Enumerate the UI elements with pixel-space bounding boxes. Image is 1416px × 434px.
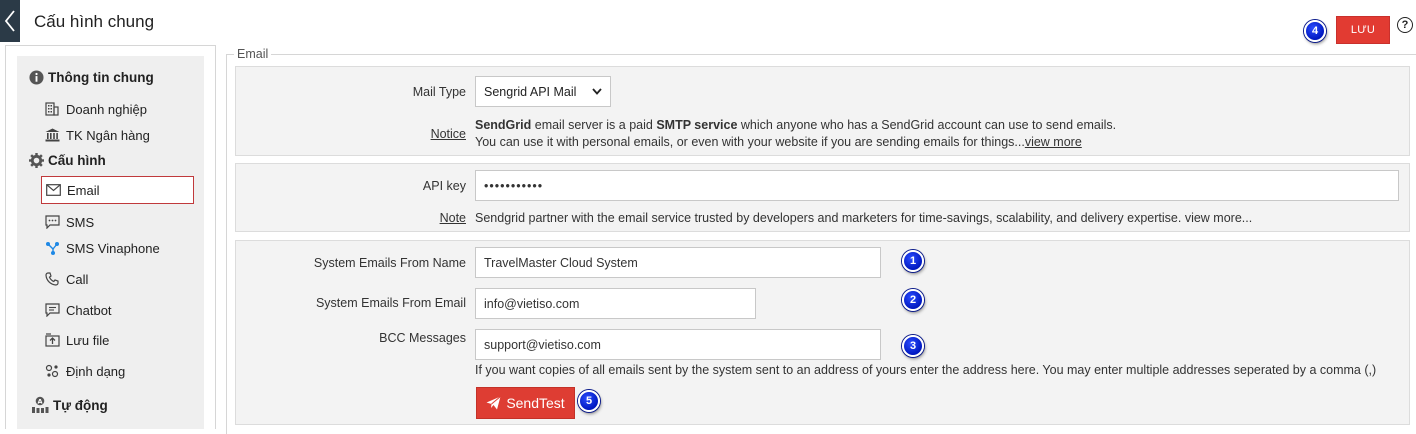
gear-icon [29, 153, 44, 168]
sidebar-group-automation[interactable]: A Tự động [31, 396, 108, 414]
sidebar-item-label: SMS Vinaphone [66, 240, 160, 256]
notice-text-1: email server is a paid [531, 118, 657, 132]
info-icon [29, 70, 44, 85]
notice-line-2: You can use it with personal emails, or … [475, 135, 1025, 149]
building-icon [45, 102, 59, 116]
step-badge-4: 4 [1304, 20, 1326, 42]
api-key-input[interactable]: ••••••••••• [475, 170, 1399, 201]
sidebar-item-sms-vinaphone[interactable]: SMS Vinaphone [44, 240, 160, 256]
sidebar-item-label: Email [67, 182, 100, 198]
sidebar-item-label: Doanh nghiệp [66, 101, 147, 117]
format-icon [45, 364, 58, 378]
chevron-left-icon [4, 10, 15, 32]
from-email-label: System Emails From Email [315, 296, 466, 310]
automation-icon: A [32, 396, 49, 413]
bank-icon [45, 128, 59, 142]
mail-type-notice: SendGrid email server is a paid SMTP ser… [475, 117, 1375, 151]
api-key-label: API key [422, 179, 466, 193]
sidebar-item-sms[interactable]: SMS [44, 214, 94, 230]
bcc-hint: If you want copies of all emails sent by… [475, 363, 1377, 377]
bcc-input[interactable]: support@vietiso.com [475, 329, 881, 360]
sidebar-item-label: Call [66, 271, 89, 287]
send-test-label: SendTest [506, 395, 565, 411]
sidebar-group-label: Cấu hình [48, 153, 106, 168]
notice-text-2: which anyone who has a SendGrid account … [737, 118, 1117, 132]
notice-label-cell: Notice [236, 127, 466, 141]
bcc-label: BCC Messages [379, 331, 466, 345]
sidebar-item-label: Lưu file [66, 332, 110, 348]
sidebar-item-chatbot[interactable]: Chatbot [44, 302, 112, 318]
chat-icon [44, 215, 60, 229]
page-title: Cấu hình chung [34, 12, 155, 31]
note-label-cell: Note [236, 211, 466, 225]
sidebar-item-label: SMS [66, 214, 95, 230]
step-badge-2: 2 [902, 289, 924, 311]
step-badge-3: 3 [902, 335, 924, 357]
save-button[interactable]: LƯU [1336, 16, 1390, 44]
phone-icon [45, 272, 59, 286]
api-key-note: Sendgrid partner with the email service … [475, 211, 1253, 225]
sidebar-item-label: TK Ngân hàng [66, 127, 150, 143]
upload-icon [44, 333, 60, 347]
step-badge-1: 1 [902, 250, 924, 272]
mail-type-label: Mail Type [412, 85, 466, 99]
svg-text:A: A [37, 397, 42, 405]
sidebar-item-format[interactable]: Định dạng [44, 363, 125, 379]
sidebar-item-label: Chatbot [66, 302, 112, 318]
sidebar-item-file-storage[interactable]: Lưu file [44, 332, 109, 348]
note-link[interactable]: Note [440, 211, 466, 225]
from-email-input[interactable]: info@vietiso.com [475, 288, 756, 319]
sidebar-item-label: Định dạng [66, 363, 126, 379]
mail-type-value: Sengrid API Mail [484, 84, 577, 99]
envelope-icon [45, 184, 61, 196]
chevron-down-icon [592, 88, 602, 95]
notice-bold-smtp: SMTP service [656, 118, 738, 132]
sidebar-group-label: Thông tin chung [48, 70, 154, 85]
step-badge-5: 5 [578, 390, 600, 412]
help-icon[interactable]: ? [1397, 17, 1413, 33]
mail-type-select[interactable]: Sengrid API Mail [475, 76, 611, 107]
notice-bold-sendgrid: SendGrid [475, 118, 532, 132]
chatbot-icon [44, 303, 60, 317]
paper-plane-icon [486, 396, 502, 410]
sidebar-item-call[interactable]: Call [44, 271, 88, 287]
sidebar-group-general-info[interactable]: Thông tin chung [29, 70, 154, 85]
notice-link[interactable]: Notice [431, 127, 466, 141]
send-test-button[interactable]: SendTest [476, 387, 575, 419]
back-button[interactable] [0, 0, 20, 42]
share-icon [45, 242, 59, 255]
sidebar-item-business[interactable]: Doanh nghiệp [44, 101, 147, 117]
from-name-label: System Emails From Name [313, 256, 466, 270]
sidebar-item-bank[interactable]: TK Ngân hàng [44, 127, 150, 143]
sidebar-item-email[interactable]: Email [41, 176, 194, 204]
from-name-input[interactable]: TravelMaster Cloud System [475, 247, 881, 278]
sidebar-group-label: Tự động [53, 397, 108, 413]
fieldset-legend: Email [234, 47, 272, 61]
sidebar-group-config[interactable]: Cấu hình [29, 153, 106, 168]
view-more-link[interactable]: view more [1025, 135, 1082, 149]
